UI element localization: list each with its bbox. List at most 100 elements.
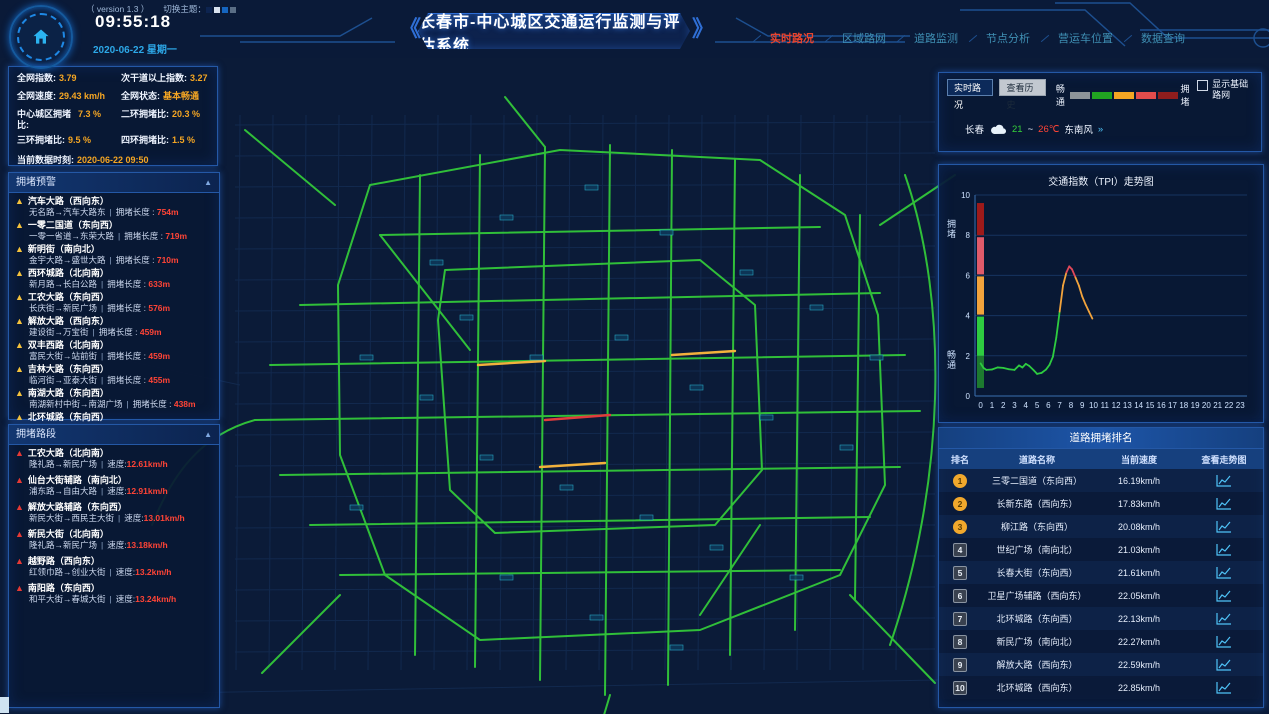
svg-text:21: 21 (1213, 401, 1222, 410)
warning-list-item[interactable]: ▲北环城路（东向西） 北人民大街→北凯旋路|拥堵长度 : 436m (15, 412, 213, 422)
warning-list-item[interactable]: ▲一零二国道（东向西） 一零一省道→东荣大路|拥堵长度 : 719m (15, 220, 213, 241)
stat-label: 中心城区拥堵比: (17, 109, 75, 131)
length-label: 拥堵长度 : (107, 351, 146, 361)
stat-label: 次干道以上指数: (121, 73, 187, 84)
warning-section: 一零一省道→东荣大路 (29, 231, 114, 241)
page-title: 长春市-中心城区交通运行监测与评估系统 (419, 8, 691, 56)
collapse-icon[interactable]: ▲ (204, 173, 212, 192)
weather-more-arrow[interactable]: » (1098, 124, 1103, 135)
nav-item-2[interactable]: 区域路网 (824, 30, 886, 46)
length-value: 438m (174, 399, 196, 409)
view-trend-link[interactable] (1185, 681, 1263, 694)
nav-item-1[interactable]: 实时路况 (752, 30, 814, 46)
home-logo[interactable] (9, 5, 73, 69)
congested-list-item[interactable]: ▲仙台大街辅路（南向北） 浦东路→自由大路|速度:12.91km/h (15, 475, 213, 496)
warning-list-item[interactable]: ▲双丰西路（北向南） 富民大街→站前街|拥堵长度 : 459m (15, 340, 213, 361)
warning-section: 南湖新村中街→南湖广场 (29, 399, 123, 409)
warning-list-item[interactable]: ▲吉林大路（东向西） 临河街→亚泰大街|拥堵长度 : 455m (15, 364, 213, 385)
congested-list-item[interactable]: ▲解放大路辅路（东向西） 新民大街→西民主大街|速度:13.01km/h (15, 502, 213, 523)
nav-label: 实时路况 (770, 30, 814, 46)
rank-speed: 22.59km/h (1093, 660, 1185, 670)
congested-road: 新民大街（北向南） (28, 529, 109, 540)
map-corner-chip (0, 697, 9, 713)
separator: | (101, 303, 103, 313)
speed-label: 速度: (116, 594, 135, 604)
view-trend-link[interactable] (1185, 635, 1263, 648)
realtime-button[interactable]: 实时路况 (947, 79, 993, 96)
stat-value: 基本畅通 (163, 91, 199, 102)
separator: | (101, 351, 103, 361)
congested-section: 新民大街→西民主大街 (29, 513, 114, 523)
stat-label: 二环拥堵比: (121, 109, 169, 131)
line-chart-icon (1216, 681, 1232, 694)
legend-jam-label: 拥堵 (1181, 82, 1192, 108)
line-chart-icon (1216, 589, 1232, 602)
warning-road: 吉林大路（东向西） (28, 364, 109, 375)
line-chart-icon (1216, 612, 1232, 625)
alert-icon: ▲ (15, 503, 24, 512)
congested-list-item[interactable]: ▲新民大街（北向南） 隆礼路→新民广场|速度:13.18km/h (15, 529, 213, 550)
warning-road: 双丰西路（北向南） (28, 340, 109, 351)
stat-value: 20.3 % (172, 109, 200, 131)
congestion-ranking-panel: 道路拥堵排名 排名 道路名称 当前速度 查看走势图 1 三零二国道（东向西） 1… (938, 427, 1264, 708)
ranking-header-row: 排名 道路名称 当前速度 查看走势图 (939, 449, 1263, 469)
rank-badge: 1 (953, 474, 967, 488)
view-trend-link[interactable] (1185, 589, 1263, 602)
stat-label: 全网状态: (121, 91, 160, 102)
ranking-row: 10 北环城路（西向东） 22.85km/h (939, 676, 1263, 699)
warning-list-item[interactable]: ▲汽车大路（西向东） 无名路→汽车大路东|拥堵长度 : 754m (15, 196, 213, 217)
nav-separator-line (1041, 34, 1049, 41)
congested-section: 红领巾路→创业大街 (29, 567, 106, 577)
view-trend-link[interactable] (1185, 566, 1263, 579)
checkbox-icon[interactable] (1197, 80, 1208, 91)
tpi-chart-panel: 交通指数（TPI）走势图 024681001234567891011121314… (938, 164, 1264, 423)
congested-list-item[interactable]: ▲工农大路（北向南） 隆礼路→新民广场|速度:12.61km/h (15, 448, 213, 469)
speed-value: 12.61km/h (127, 459, 168, 469)
rank-speed: 16.19km/h (1093, 476, 1185, 486)
congested-list-item[interactable]: ▲南阳路（东向西） 和平大街→春城大街|速度:13.24km/h (15, 583, 213, 604)
svg-text:15: 15 (1145, 401, 1154, 410)
rank-badge: 3 (953, 520, 967, 534)
nav-item-4[interactable]: 节点分析 (968, 30, 1030, 46)
view-trend-link[interactable] (1185, 497, 1263, 510)
collapse-icon[interactable]: ▲ (204, 425, 212, 444)
rank-road: 新民广场（南向北） (981, 635, 1093, 648)
warning-list-item[interactable]: ▲西环城路（北向南） 新月路→长白公路|拥堵长度 : 633m (15, 268, 213, 289)
rank-speed: 17.83km/h (1093, 499, 1185, 509)
warning-road: 新明街（南向北） (28, 244, 100, 255)
separator: | (101, 279, 103, 289)
view-trend-link[interactable] (1185, 612, 1263, 625)
nav-label: 节点分析 (986, 30, 1030, 46)
temp-high: 26℃ (1038, 124, 1059, 135)
view-trend-link[interactable] (1185, 658, 1263, 671)
warning-list-item[interactable]: ▲工农大路（东向西） 长庆街→新民广场|拥堵长度 : 576m (15, 292, 213, 313)
warning-list-item[interactable]: ▲新明街（南向北） 金宇大路→盛世大路|拥堵长度 : 710m (15, 244, 213, 265)
warning-icon: ▲ (15, 341, 24, 350)
history-button[interactable]: 查看历史 (999, 79, 1045, 96)
theme-switcher[interactable]: 切换主题： (163, 3, 236, 15)
nav-item-6[interactable]: 数据查询 (1123, 30, 1185, 46)
congested-list-item[interactable]: ▲越野路（西向东） 红领巾路→创业大街|速度:13.2km/h (15, 556, 213, 577)
separator: | (101, 459, 103, 469)
speed-label: 速度: (124, 513, 143, 523)
basemap-toggle[interactable]: 显示基础路网 (1197, 79, 1253, 101)
ranking-row: 9 解放大路（西向东） 22.59km/h (939, 653, 1263, 676)
congested-road: 工农大路（北向南） (28, 448, 109, 459)
rank-road: 解放大路（西向东） (981, 658, 1093, 671)
line-chart-icon (1216, 658, 1232, 671)
warning-list-item[interactable]: ▲南湖大路（东向西） 南湖新村中街→南湖广场|拥堵长度 : 438m (15, 388, 213, 409)
warning-icon: ▲ (15, 221, 24, 230)
nav-item-5[interactable]: 营运车位置 (1040, 30, 1113, 46)
nav-item-3[interactable]: 道路监测 (896, 30, 958, 46)
view-trend-link[interactable] (1185, 543, 1263, 556)
col-road: 道路名称 (981, 453, 1093, 466)
view-trend-link[interactable] (1185, 520, 1263, 533)
view-trend-link[interactable] (1185, 474, 1263, 487)
svg-text:23: 23 (1236, 401, 1245, 410)
svg-text:13: 13 (1123, 401, 1132, 410)
date: 2020-06-22 星期一 (93, 41, 177, 56)
theme-swatch-icons[interactable] (206, 7, 236, 13)
warning-list-item[interactable]: ▲解放大路（西向东） 建设街→万宝街|拥堵长度 : 459m (15, 316, 213, 337)
congested-section: 和平大街→春城大街 (29, 594, 106, 604)
panel-title: 拥堵路段 (16, 425, 56, 444)
